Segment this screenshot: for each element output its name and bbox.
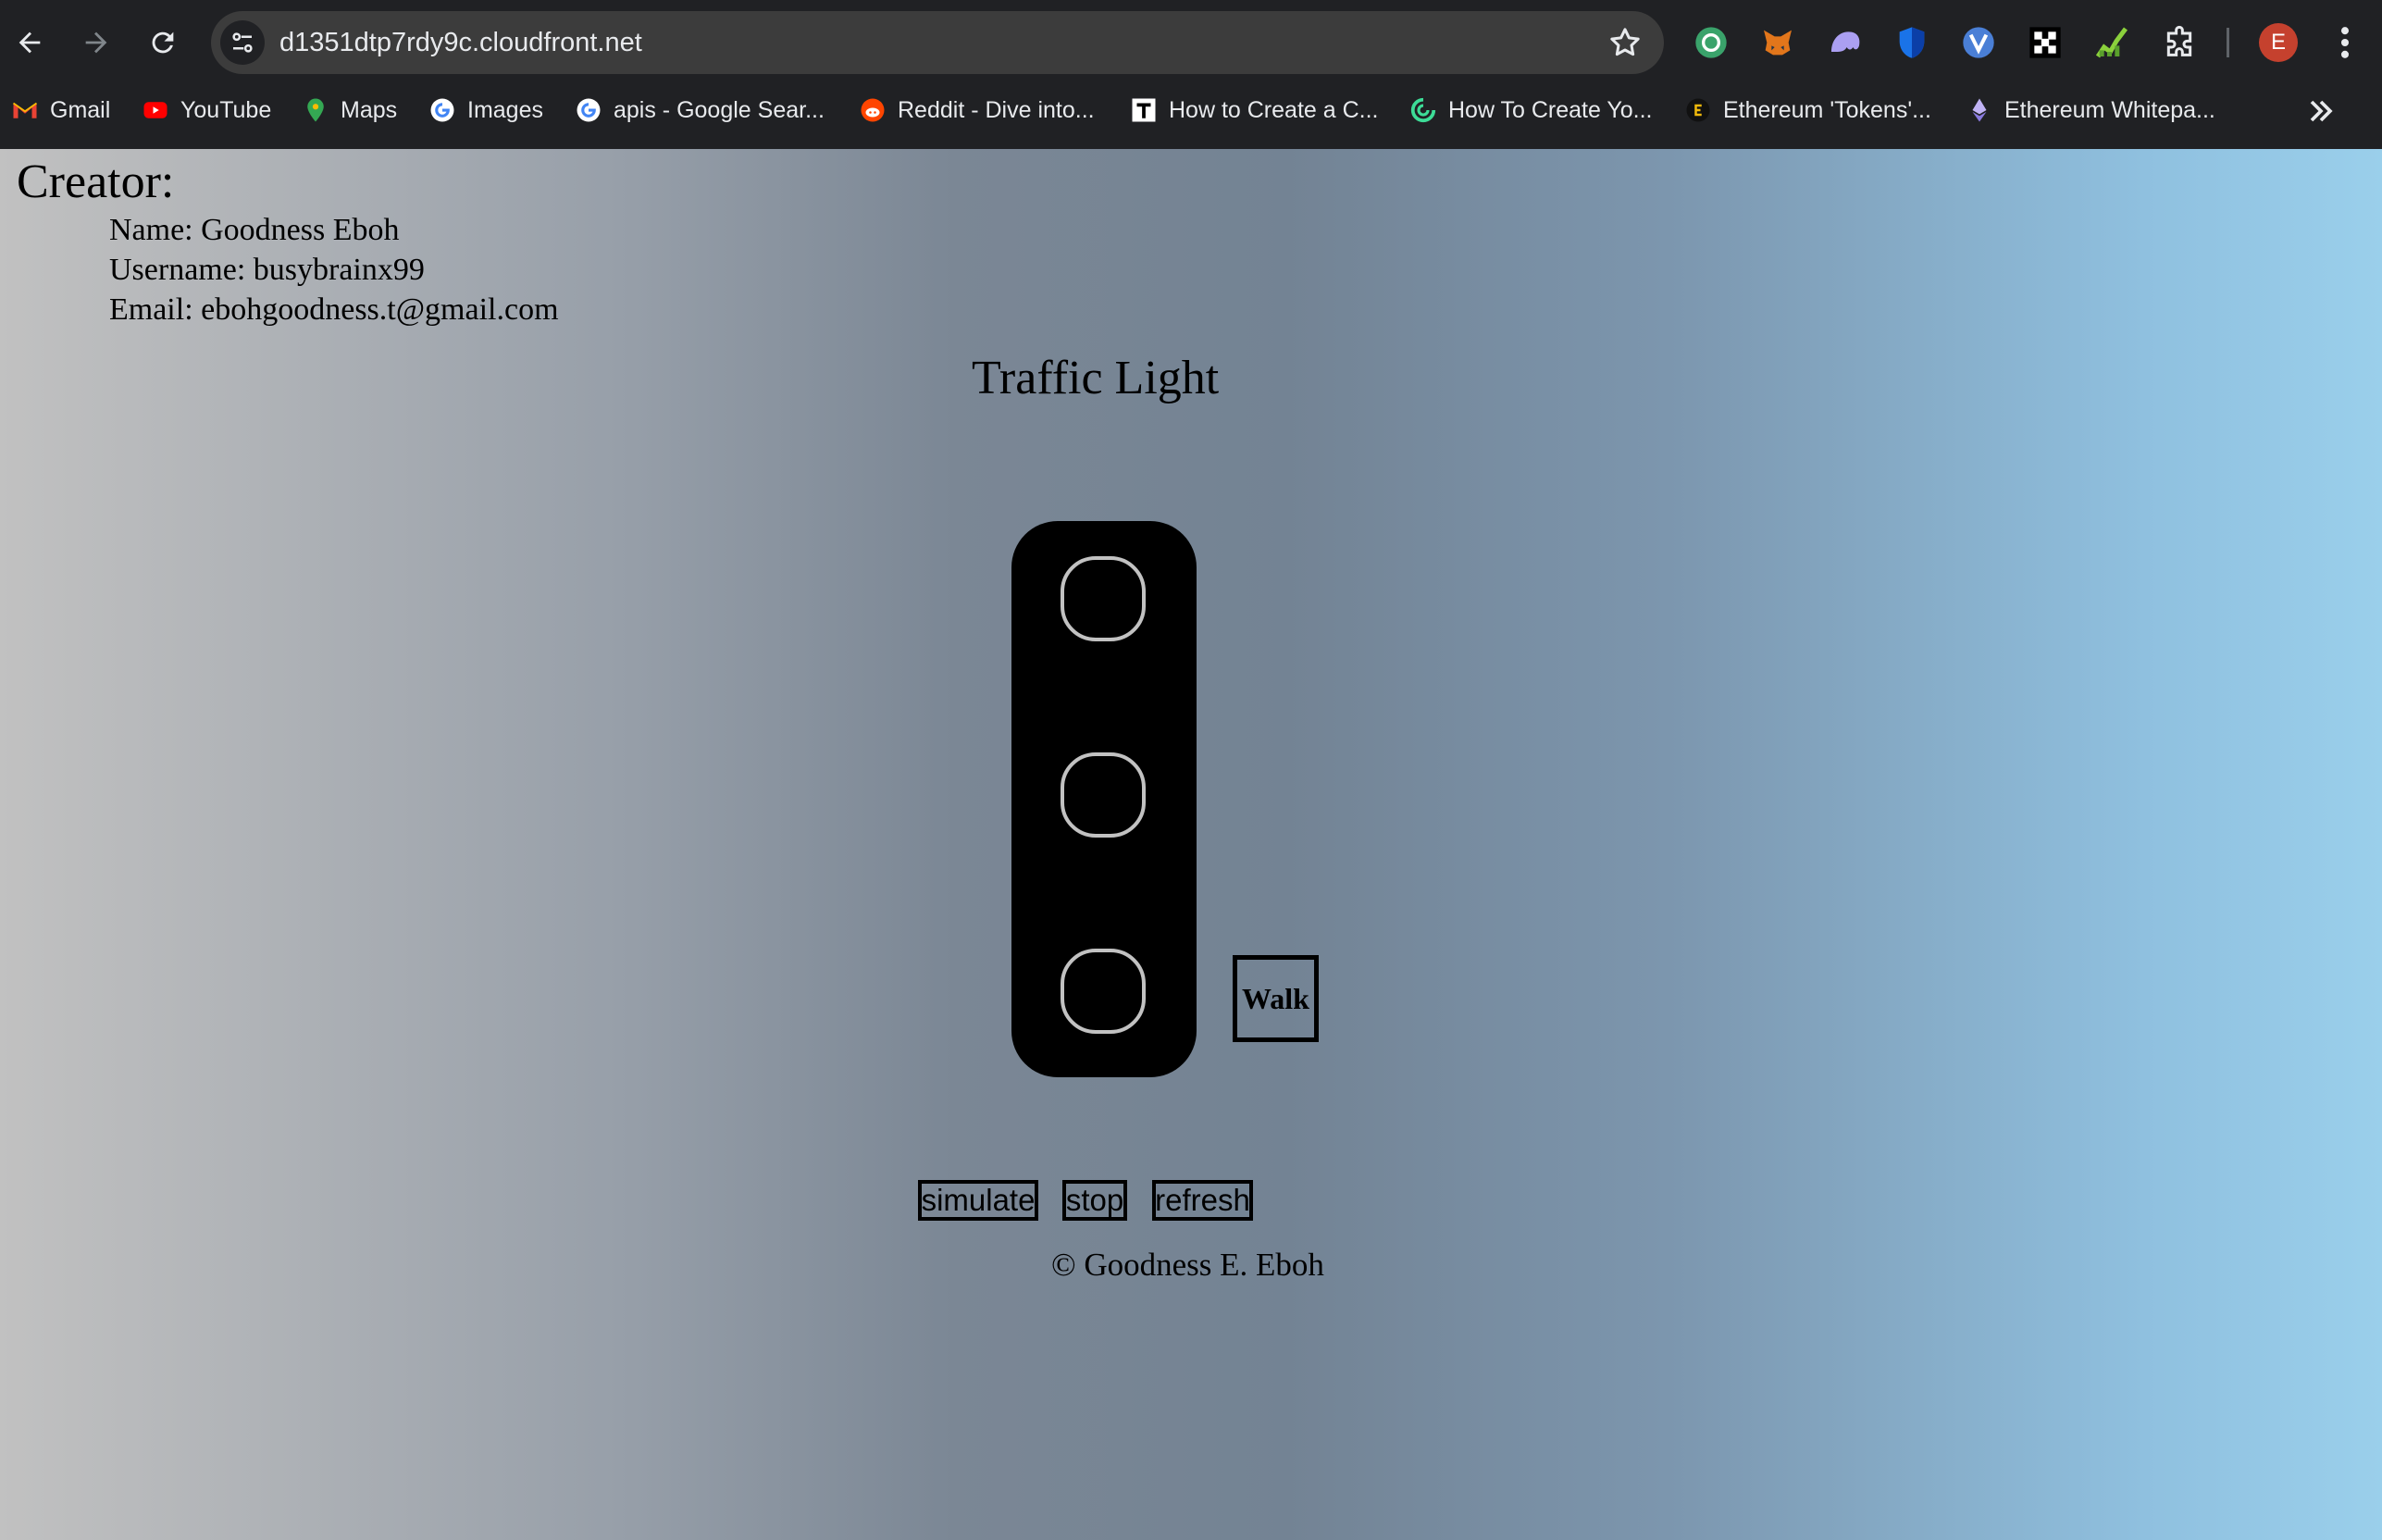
refresh-button[interactable]: refresh [1152,1180,1253,1221]
puzzle-extensions-icon[interactable] [2159,22,2200,63]
profile-avatar[interactable]: E [2259,23,2298,62]
reload-button[interactable] [139,19,187,67]
bookmark-label: Maps [341,96,398,123]
address-bar[interactable]: d1351dtp7rdy9c.cloudfront.net [211,11,1664,74]
chevron-double-right-icon[interactable] [2302,93,2339,130]
bookmark-gmail[interactable]: Gmail [11,85,110,135]
browser-toolbar: d1351dtp7rdy9c.cloudfront.net E [0,0,2382,85]
reload-icon [152,31,174,54]
url-text[interactable]: d1351dtp7rdy9c.cloudfront.net [279,11,642,74]
reddit-icon [859,96,887,124]
bookmark-label: How To Create Yo... [1448,96,1653,123]
bookmark-how-to-create-a-c[interactable]: How to Create a C... [1130,85,1378,135]
bookmark-label: How to Create a C... [1169,96,1379,123]
gmail-icon [11,96,39,124]
green-lamp [1061,949,1146,1034]
v-extension-icon[interactable] [1958,22,1999,63]
bookmark-label: Images [467,96,543,123]
creator-email: Email: ebohgoodness.t@gmail.com [109,292,559,327]
forward-button[interactable] [72,19,120,67]
creator-details: Name: Goodness Eboh Username: busybrainx… [109,210,559,329]
walk-sign: Walk [1233,955,1319,1042]
chatgpt-extension-icon[interactable] [1691,22,1731,63]
e-logo-icon [1684,96,1712,124]
google-icon [575,96,602,124]
bookmark-reddit[interactable]: Reddit - Dive into... [859,85,1095,135]
google-icon [428,96,456,124]
site-info-button[interactable] [220,20,265,65]
traffic-light-housing [1011,521,1197,1077]
page-content: Creator: Name: Goodness Eboh Username: b… [0,149,2382,1540]
bookmark-maps[interactable]: Maps [302,85,397,135]
bookmark-ethereum-whitepaper[interactable]: Ethereum Whitepa... [1966,85,2215,135]
chart-growth-extension-icon[interactable] [2091,22,2132,63]
back-button[interactable] [6,19,54,67]
more-vert-icon[interactable] [2332,22,2358,63]
bookmark-how-to-create-yo[interactable]: How To Create Yo... [1409,85,1653,135]
maps-pin-icon [302,96,329,124]
simulate-button[interactable]: simulate [918,1180,1038,1221]
copyright-footer: © Goodness E. Eboh [1051,1247,1324,1283]
checker-pattern-extension-icon[interactable] [2025,22,2066,63]
ethereum-icon [1966,96,1993,124]
metamask-fox-icon[interactable] [1757,22,1798,63]
bookmark-ethereum-tokens[interactable]: Ethereum 'Tokens'... [1684,85,1931,135]
bookmark-label: Ethereum Whitepa... [2004,96,2215,123]
red-lamp [1061,556,1146,641]
bookmark-label: Reddit - Dive into... [898,96,1095,123]
purple-ghost-extension-icon[interactable] [1825,22,1866,63]
bookmark-label: YouTube [180,96,272,123]
bookmarks-bar: Gmail YouTube Maps Images apis - Google … [0,85,2382,135]
creator-name: Name: Goodness Eboh [109,213,400,247]
browser-chrome: d1351dtp7rdy9c.cloudfront.net E Gmail Yo… [0,0,2382,149]
shield-extension-icon[interactable] [1892,22,1932,63]
bookmark-label: Gmail [50,96,111,123]
bookmark-label: apis - Google Sear... [614,96,825,123]
bookmark-apis-google-search[interactable]: apis - Google Sear... [575,85,825,135]
toolbar-separator [2227,28,2229,57]
page-title: Traffic Light [972,352,1220,404]
t-logo-icon [1130,96,1158,124]
green-swirl-icon [1409,96,1437,124]
arrow-left-icon [19,31,41,54]
tune-icon [232,32,253,53]
bookmark-youtube[interactable]: YouTube [142,85,271,135]
youtube-icon [142,96,169,124]
bookmark-label: Ethereum 'Tokens'... [1723,96,1931,123]
creator-heading: Creator: [17,155,175,208]
arrow-right-icon [85,31,107,54]
yellow-lamp [1061,752,1146,838]
bookmark-star-icon[interactable] [1607,24,1644,61]
stop-button[interactable]: stop [1062,1180,1127,1221]
bookmark-images[interactable]: Images [428,85,543,135]
creator-username: Username: busybrainx99 [109,253,425,287]
